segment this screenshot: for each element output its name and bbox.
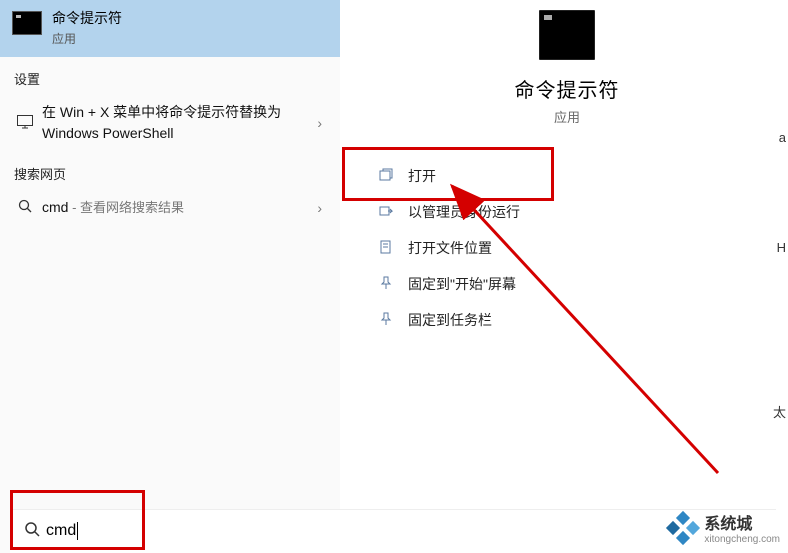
action-open-location[interactable]: 打开文件位置	[358, 230, 776, 266]
edge-artifact: 太	[773, 402, 786, 421]
web-search-label: cmd - 查看网络搜索结果	[36, 197, 317, 218]
action-open-location-label: 打开文件位置	[408, 238, 492, 258]
watermark-line2: xitongcheng.com	[704, 534, 780, 545]
best-match-subtitle: 应用	[52, 30, 122, 47]
search-icon	[18, 521, 46, 542]
folder-icon	[378, 240, 394, 257]
open-icon	[378, 168, 394, 185]
web-suffix: - 查看网络搜索结果	[68, 200, 184, 215]
watermark-logo	[668, 513, 698, 543]
chevron-right-icon: ›	[317, 200, 326, 216]
web-header: 搜索网页	[0, 152, 340, 189]
chevron-right-icon: ›	[317, 115, 326, 131]
web-search-row[interactable]: cmd - 查看网络搜索结果 ›	[0, 189, 340, 226]
watermark-line1: 系统城	[704, 510, 780, 534]
action-pin-start-label: 固定到"开始"屏幕	[408, 274, 516, 294]
app-preview: 命令提示符 应用	[358, 0, 776, 126]
action-list: 打开 以管理员身份运行 打开文件位置 固定到"开始"屏幕 固定到任务栏	[358, 158, 776, 338]
action-run-admin-label: 以管理员身份运行	[408, 202, 520, 222]
preview-panel: 命令提示符 应用 打开 以管理员身份运行 打开文件位置 固定到"开始	[358, 0, 776, 490]
settings-item-label: 在 Win + X 菜单中将命令提示符替换为 Windows PowerShel…	[36, 102, 317, 144]
text-caret	[77, 522, 78, 540]
pin-start-icon	[378, 276, 394, 293]
search-icon	[14, 199, 36, 216]
web-query: cmd	[42, 199, 68, 215]
best-match-text: 命令提示符 应用	[52, 8, 122, 47]
watermark-text: 系统城 xitongcheng.com	[704, 510, 780, 545]
edge-artifact: a	[779, 130, 786, 145]
action-run-admin[interactable]: 以管理员身份运行	[358, 194, 776, 230]
search-input-box[interactable]: cmd	[10, 509, 776, 553]
app-name: 命令提示符	[358, 74, 776, 103]
cmd-large-icon	[539, 10, 595, 60]
action-pin-taskbar-label: 固定到任务栏	[408, 310, 492, 330]
best-match-title: 命令提示符	[52, 8, 122, 28]
display-icon	[14, 115, 36, 132]
admin-icon	[378, 204, 394, 221]
settings-header: 设置	[0, 57, 340, 94]
search-input-value: cmd	[46, 522, 78, 540]
action-open[interactable]: 打开	[358, 158, 776, 194]
settings-item-winx-powershell[interactable]: 在 Win + X 菜单中将命令提示符替换为 Windows PowerShel…	[0, 94, 340, 152]
action-open-label: 打开	[408, 166, 436, 186]
cmd-icon	[12, 11, 42, 35]
edge-artifact: H	[777, 240, 786, 255]
search-results-panel: 命令提示符 应用 设置 在 Win + X 菜单中将命令提示符替换为 Windo…	[0, 0, 340, 553]
app-type: 应用	[358, 107, 776, 126]
action-pin-start[interactable]: 固定到"开始"屏幕	[358, 266, 776, 302]
best-match-row[interactable]: 命令提示符 应用	[0, 0, 340, 57]
watermark: 系统城 xitongcheng.com	[668, 510, 780, 545]
action-pin-taskbar[interactable]: 固定到任务栏	[358, 302, 776, 338]
pin-taskbar-icon	[378, 312, 394, 329]
